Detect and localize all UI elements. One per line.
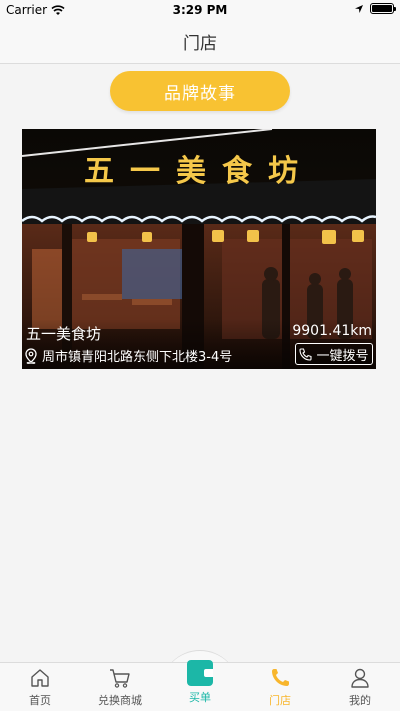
status-time: 3:29 PM <box>172 3 228 17</box>
store-address: 周市镇青阳北路东侧下北楼3-4号 <box>24 346 232 365</box>
store-name: 五一美食坊 <box>26 325 102 343</box>
status-right <box>354 3 396 14</box>
phone-icon <box>299 347 313 361</box>
phone-icon <box>272 669 289 686</box>
store-distance: 9901.41km <box>292 323 372 339</box>
person-icon <box>351 668 369 688</box>
tab-home-label: 首页 <box>29 694 51 707</box>
store-address-text: 周市镇青阳北路东侧下北楼3-4号 <box>42 350 233 365</box>
tab-store-label: 门店 <box>269 694 291 707</box>
location-pin-icon <box>25 347 37 364</box>
tab-mall[interactable]: 兑换商城 <box>80 663 160 711</box>
page-title: 门店 <box>183 34 217 54</box>
home-icon <box>31 669 49 687</box>
wallet-icon <box>187 660 213 686</box>
tab-store[interactable]: 门店 <box>240 663 320 711</box>
store-sign-text: 五一美食坊 <box>84 154 314 189</box>
brand-story-button[interactable]: 品牌故事 <box>110 71 290 111</box>
cart-icon <box>110 669 130 688</box>
tab-home[interactable]: 首页 <box>0 663 80 711</box>
location-arrow-icon <box>355 4 363 13</box>
battery-icon <box>370 3 396 14</box>
tab-profile[interactable]: 我的 <box>320 663 400 711</box>
tab-profile-label: 我的 <box>349 694 371 707</box>
status-bar: Carrier 3:29 PM <box>0 0 400 20</box>
tab-pay-label: 买单 <box>189 691 211 704</box>
nav-bar: 门店 <box>0 20 400 64</box>
call-button-label: 一键拨号 <box>316 348 369 364</box>
tab-mall-label: 兑换商城 <box>98 694 142 707</box>
call-button[interactable]: 一键拨号 <box>295 343 373 365</box>
store-card[interactable]: 五一美食坊 五一美食坊 9901.41km 周市镇青阳北路东侧下北楼3-4号 一… <box>22 129 376 369</box>
tab-pay[interactable]: 买单 <box>160 657 240 711</box>
